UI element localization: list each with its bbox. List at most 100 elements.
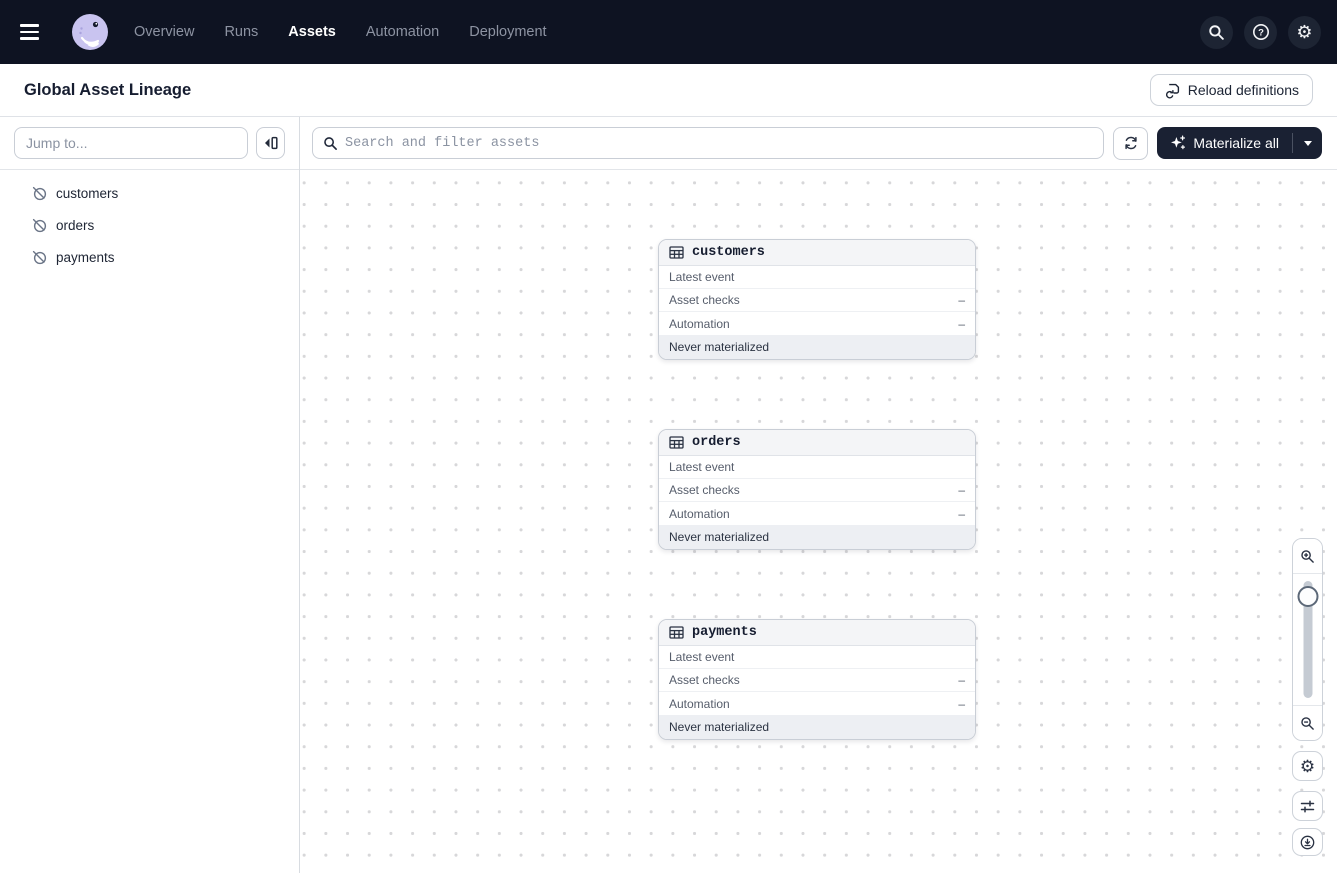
never-materialized-icon — [32, 250, 47, 265]
menu-hamburger-button[interactable] — [20, 18, 48, 46]
automation-label: Automation — [669, 696, 730, 711]
asset-checks-row: Asset checks – — [659, 289, 975, 312]
refresh-icon — [1123, 135, 1139, 151]
graph-filter-button[interactable] — [1292, 791, 1323, 821]
asset-search-input[interactable] — [345, 128, 1094, 158]
nav-item-runs[interactable]: Runs — [224, 24, 258, 40]
asset-node-header[interactable]: orders — [659, 430, 975, 456]
search-button[interactable] — [1200, 15, 1233, 49]
table-icon — [669, 626, 684, 639]
nav-item-assets[interactable]: Assets — [288, 24, 336, 40]
asset-checks-row: Asset checks – — [659, 669, 975, 692]
latest-event-label: Latest event — [669, 650, 735, 664]
asset-checks-value: – — [958, 293, 965, 307]
materialize-all-button[interactable]: Materialize all — [1157, 127, 1292, 159]
zoom-slider-knob[interactable] — [1297, 586, 1318, 607]
primary-nav: Overview Runs Assets Automation Deployme… — [134, 24, 547, 40]
download-image-button[interactable] — [1292, 828, 1323, 856]
sidebar-toolbar — [0, 117, 299, 170]
lineage-sidebar: customers orders payments — [0, 117, 300, 873]
asset-node-header[interactable]: customers — [659, 240, 975, 266]
automation-label: Automation — [669, 316, 730, 331]
latest-event-label: Latest event — [669, 270, 735, 284]
search-icon — [1208, 24, 1225, 41]
asset-checks-value: – — [958, 673, 965, 687]
automation-row: Automation – — [659, 312, 975, 335]
asset-node-orders[interactable]: orders Latest event Asset checks – Autom… — [658, 429, 976, 550]
page-header: Global Asset Lineage Reload definitions — [0, 64, 1337, 117]
dagster-logo[interactable] — [72, 14, 108, 50]
materialize-all-label: Materialize all — [1193, 135, 1279, 151]
sparkle-icon — [1170, 135, 1186, 151]
asset-node-title: customers — [692, 245, 765, 260]
asset-list: customers orders payments — [0, 170, 299, 273]
latest-event-label: Latest event — [669, 460, 735, 474]
table-icon — [669, 436, 684, 449]
gear-icon: ⚙ — [1299, 756, 1316, 776]
asset-search-field[interactable] — [312, 127, 1105, 159]
asset-list-label: orders — [56, 217, 95, 233]
lineage-canvas[interactable]: customers Latest event Asset checks – Au… — [300, 170, 1337, 873]
collapse-panel-button[interactable] — [256, 127, 285, 159]
reload-definitions-button[interactable]: Reload definitions — [1149, 74, 1313, 106]
materialization-status: Never materialized — [659, 335, 975, 359]
asset-node-header[interactable]: payments — [659, 620, 975, 646]
collapse-panel-icon — [263, 136, 279, 150]
asset-checks-row: Asset checks – — [659, 479, 975, 502]
nav-item-automation[interactable]: Automation — [366, 24, 439, 40]
never-materialized-icon — [32, 186, 47, 201]
help-icon: ? — [1252, 23, 1270, 41]
materialize-all-split-button: Materialize all — [1157, 127, 1322, 159]
automation-label: Automation — [669, 506, 730, 521]
zoom-control-panel — [1292, 538, 1323, 741]
asset-node-customers[interactable]: customers Latest event Asset checks – Au… — [658, 239, 976, 360]
asset-checks-value: – — [958, 483, 965, 497]
svg-text:?: ? — [1258, 28, 1264, 39]
settings-button[interactable]: ⚙ — [1288, 15, 1321, 49]
materialization-status: Never materialized — [659, 715, 975, 739]
reload-definitions-icon — [1164, 82, 1181, 99]
latest-event-row: Latest event — [659, 646, 975, 669]
latest-event-row: Latest event — [659, 266, 975, 289]
table-icon — [669, 246, 684, 259]
asset-list-item-payments[interactable]: payments — [0, 241, 299, 273]
asset-checks-label: Asset checks — [669, 293, 740, 307]
asset-checks-label: Asset checks — [669, 673, 740, 687]
zoom-out-icon — [1300, 716, 1315, 731]
never-materialized-icon — [32, 218, 47, 233]
refresh-graph-button[interactable] — [1113, 126, 1149, 160]
graph-toolbar: Materialize all — [300, 117, 1337, 170]
top-nav: Overview Runs Assets Automation Deployme… — [0, 0, 1337, 64]
asset-list-label: payments — [56, 249, 115, 265]
search-icon — [323, 136, 338, 151]
asset-node-title: payments — [692, 625, 757, 640]
download-icon — [1300, 835, 1315, 850]
nav-item-overview[interactable]: Overview — [134, 24, 194, 40]
materialize-options-button[interactable] — [1293, 127, 1322, 159]
asset-node-payments[interactable]: payments Latest event Asset checks – Aut… — [658, 619, 976, 740]
tune-icon — [1300, 800, 1315, 813]
materialization-status: Never materialized — [659, 525, 975, 549]
chevron-down-icon — [1303, 140, 1312, 146]
gear-icon: ⚙ — [1296, 22, 1313, 42]
nav-item-deployment[interactable]: Deployment — [469, 24, 546, 40]
asset-node-title: orders — [692, 435, 741, 450]
zoom-in-button[interactable] — [1293, 539, 1322, 573]
help-button[interactable]: ? — [1244, 15, 1277, 49]
zoom-out-button[interactable] — [1293, 706, 1322, 740]
page-title: Global Asset Lineage — [24, 80, 192, 99]
lineage-graph-area: Materialize all — [300, 117, 1337, 873]
asset-checks-label: Asset checks — [669, 483, 740, 497]
automation-value: – — [958, 696, 965, 711]
zoom-in-icon — [1300, 549, 1315, 564]
reload-definitions-label: Reload definitions — [1187, 82, 1299, 98]
automation-value: – — [958, 506, 965, 521]
zoom-slider[interactable] — [1293, 574, 1322, 705]
asset-list-item-customers[interactable]: customers — [0, 177, 299, 209]
asset-list-label: customers — [56, 185, 119, 201]
jump-to-input[interactable] — [14, 127, 248, 159]
automation-value: – — [958, 316, 965, 331]
asset-list-item-orders[interactable]: orders — [0, 209, 299, 241]
automation-row: Automation – — [659, 692, 975, 715]
graph-settings-button[interactable]: ⚙ — [1292, 751, 1323, 781]
